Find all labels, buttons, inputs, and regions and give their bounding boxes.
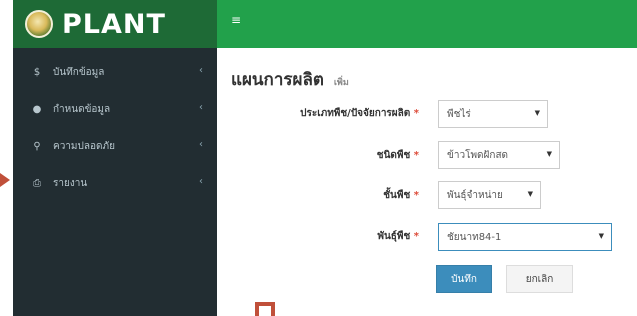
required-mark: * — [413, 231, 419, 242]
top-navbar: ≡ — [217, 0, 637, 48]
field-label-text: ชนิดพืช — [376, 150, 411, 161]
page-title-text: แผนการผลิต — [231, 70, 324, 90]
caret-down-icon: ▼ — [534, 109, 540, 117]
page-subtitle: เพิ่ม — [333, 78, 349, 88]
sidebar-item-label: บันทึกข้อมูล — [53, 67, 105, 78]
chevron-left-icon: ‹ — [199, 65, 203, 76]
app-window: PLANT $ บันทึกข้อมูล ‹ ● กำหนดข้อมูล ‹ ⚲… — [0, 0, 637, 316]
sidebar-item-reports[interactable]: ⎙ รายงาน ‹ — [13, 165, 217, 202]
sidebar-item-label: กำหนดข้อมูล — [53, 104, 111, 115]
hamburger-menu-icon[interactable]: ≡ — [231, 13, 241, 27]
field-label-text: ประเภทพืช/ปัจจัยการผลิต — [300, 108, 411, 119]
required-mark: * — [413, 150, 419, 161]
select-value: พืชไร่ — [447, 108, 471, 120]
brand-title: PLANT — [62, 8, 166, 40]
plant-type-label: ชนิดพืช * — [227, 148, 419, 163]
select-value: ชัยนาท84-1 — [447, 231, 502, 243]
plant-type-select[interactable]: ข้าวโพดฝักสด ▼ — [438, 141, 560, 169]
chevron-left-icon: ‹ — [199, 102, 203, 113]
caret-down-icon: ▼ — [598, 232, 604, 240]
chevron-left-icon: ‹ — [199, 139, 203, 150]
field-label-text: ชั้นพืช — [383, 190, 411, 201]
red-bracket-marker — [255, 302, 275, 316]
field-label-text: พันธุ์พืช — [377, 231, 411, 242]
select-value: ข้าวโพดฝักสด — [447, 149, 509, 161]
brand-header[interactable]: PLANT — [13, 0, 217, 48]
circle-icon: ● — [32, 104, 42, 115]
required-mark: * — [413, 108, 419, 119]
sidebar-item-label: ความปลอดภัย — [53, 141, 115, 152]
sidebar-item-record-data[interactable]: $ บันทึกข้อมูล ‹ — [13, 54, 217, 91]
plant-logo-icon — [25, 10, 53, 38]
key-icon: ⚲ — [33, 141, 41, 152]
page-title: แผนการผลิต เพิ่ม — [231, 66, 349, 93]
plant-variety-label: พันธุ์พืช * — [227, 229, 419, 244]
dollar-icon: $ — [33, 67, 41, 78]
sidebar: PLANT $ บันทึกข้อมูล ‹ ● กำหนดข้อมูล ‹ ⚲… — [13, 0, 217, 316]
cancel-button[interactable]: ยกเลิก — [506, 265, 573, 293]
sidebar-item-label: รายงาน — [53, 178, 88, 189]
plant-class-label: ชั้นพืช * — [227, 188, 419, 203]
save-button[interactable]: บันทึก — [436, 265, 492, 293]
main-content: แผนการผลิต เพิ่ม ประเภทพืช/ปัจจัยการผลิต… — [217, 48, 637, 316]
plant-category-select[interactable]: พืชไร่ ▼ — [438, 100, 548, 128]
sidebar-item-define-data[interactable]: ● กำหนดข้อมูล ‹ — [13, 91, 217, 128]
sidebar-menu: $ บันทึกข้อมูล ‹ ● กำหนดข้อมูล ‹ ⚲ ความป… — [13, 48, 217, 202]
plant-variety-select[interactable]: ชัยนาท84-1 ▼ — [438, 223, 612, 251]
printer-icon: ⎙ — [33, 178, 41, 189]
caret-down-icon: ▼ — [546, 150, 552, 158]
caret-down-icon: ▼ — [527, 190, 533, 198]
chevron-left-icon: ‹ — [199, 176, 203, 187]
required-mark: * — [413, 190, 419, 201]
sidebar-item-security[interactable]: ⚲ ความปลอดภัย ‹ — [13, 128, 217, 165]
red-arrow-marker — [0, 173, 10, 187]
select-value: พันธุ์จำหน่าย — [447, 189, 503, 201]
plant-class-select[interactable]: พันธุ์จำหน่าย ▼ — [438, 181, 541, 209]
plant-category-label: ประเภทพืช/ปัจจัยการผลิต * — [227, 106, 419, 121]
